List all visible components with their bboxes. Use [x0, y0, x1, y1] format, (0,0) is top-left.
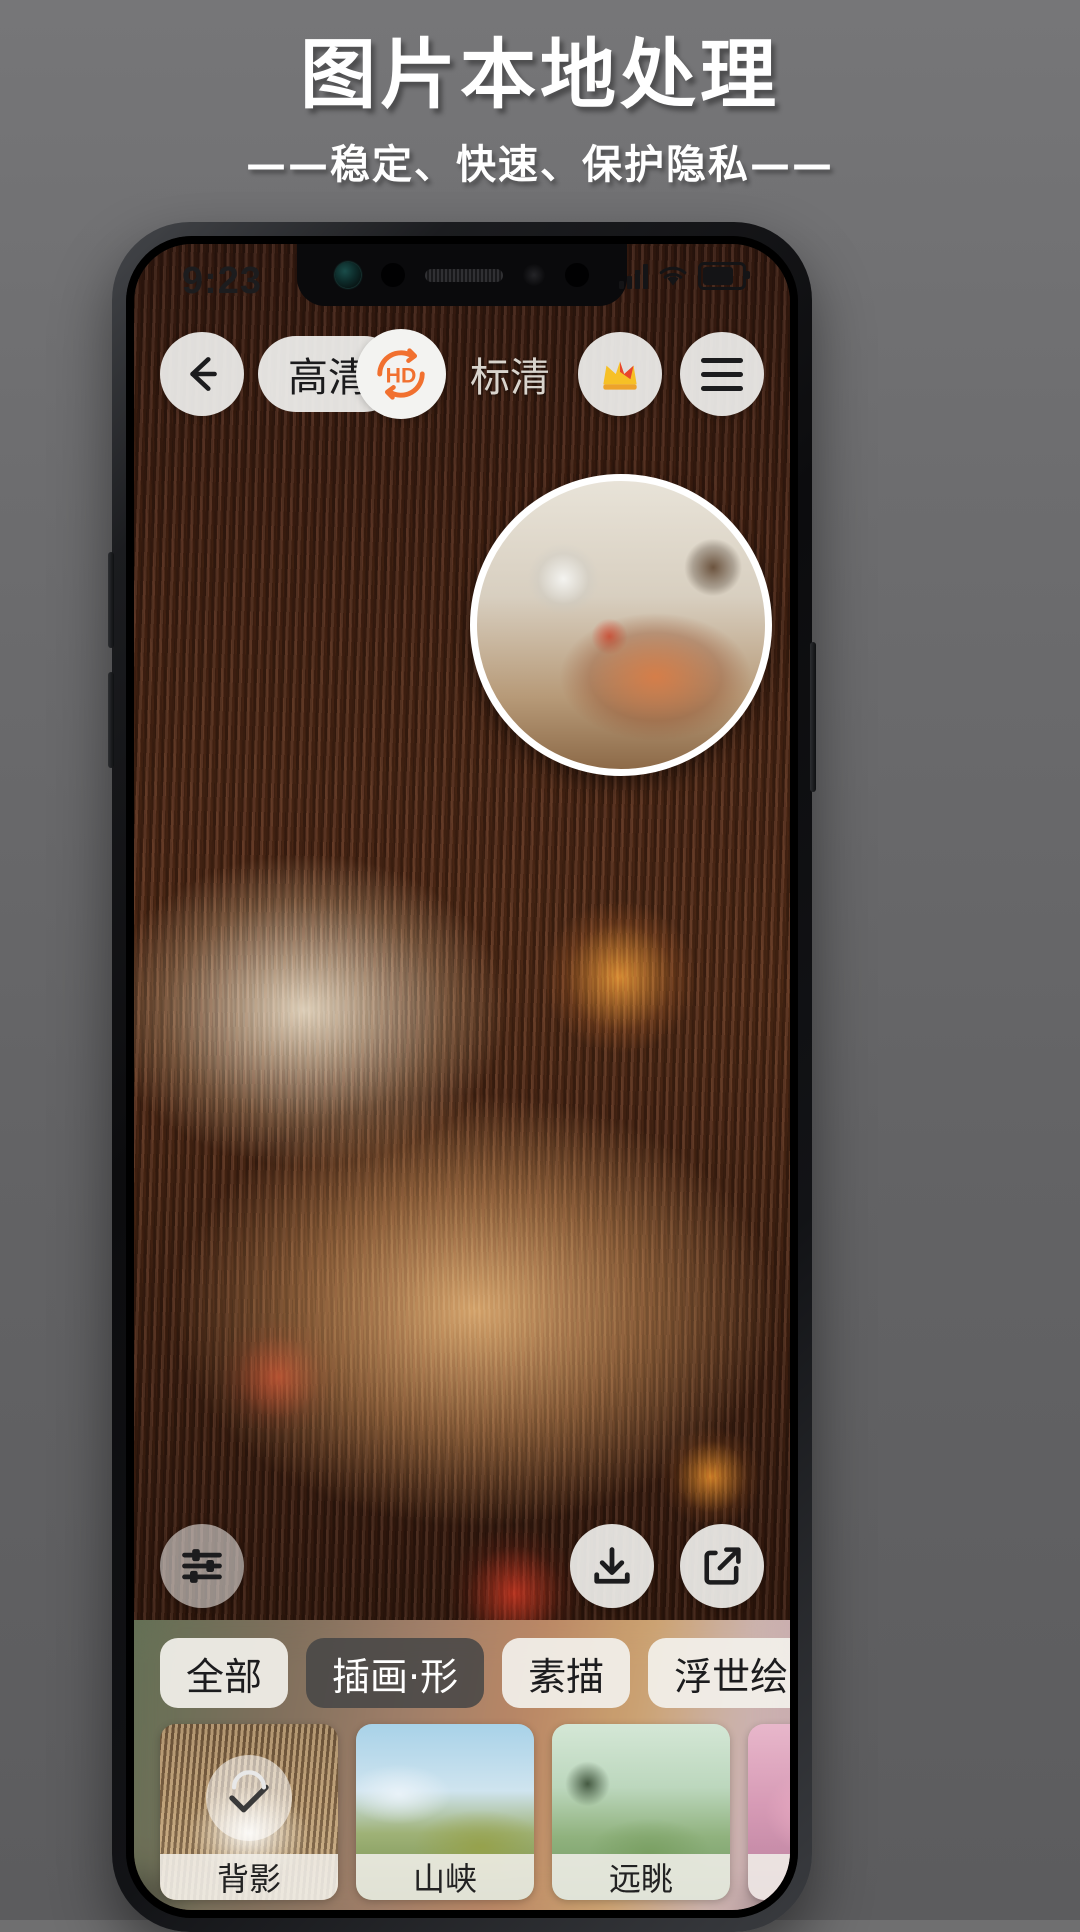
svg-text:HD: HD: [386, 364, 417, 388]
volume-down-button[interactable]: [108, 672, 114, 768]
vip-button[interactable]: [578, 332, 662, 416]
style-thumb-next[interactable]: [748, 1724, 790, 1900]
status-bar-clock: 9:23: [182, 260, 263, 302]
promo-header: 图片本地处理 ——稳定、快速、保护隐私——: [0, 30, 1080, 190]
proximity-sensor-icon: [381, 263, 405, 287]
chip-ukiyoe[interactable]: 浮世绘: [648, 1638, 790, 1708]
signal-bars-icon: [619, 263, 648, 289]
hamburger-menu-icon: [701, 357, 743, 391]
style-thumbnail-list: 背影 山峡 远眺: [134, 1724, 790, 1900]
canvas-action-row: [134, 1522, 790, 1610]
quality-sd-label[interactable]: 标清: [470, 345, 550, 403]
front-camera-icon: [335, 262, 361, 288]
phone-notch: [297, 244, 627, 306]
adjust-button[interactable]: [160, 1524, 244, 1608]
wifi-icon: [658, 264, 688, 288]
chip-sketch[interactable]: 素描: [502, 1638, 631, 1708]
style-thumb-beiying[interactable]: 背影: [160, 1724, 338, 1900]
ambient-light-sensor-icon: [565, 263, 589, 287]
chip-illustration[interactable]: 插画·形: [306, 1638, 485, 1708]
style-thumb-shanxia[interactable]: 山峡: [356, 1724, 534, 1900]
quality-toggle[interactable]: 高清 HD 标清: [258, 329, 550, 419]
thumb-label: 山峡: [356, 1854, 534, 1900]
earpiece-speaker-icon: [425, 268, 503, 282]
phone-mockup: 9:23 高清 HD 标清 全部 插画·形 素描 浮世绘 背影 山峡 远眺: [108, 222, 816, 1932]
top-toolbar: 高清 HD 标清: [134, 326, 790, 422]
toolbar-right-buttons: [578, 332, 764, 416]
status-bar-indicators: [619, 262, 750, 290]
download-button[interactable]: [570, 1524, 654, 1608]
menu-button[interactable]: [680, 332, 764, 416]
back-arrow-icon: [179, 351, 225, 397]
vip-crown-icon: [595, 349, 645, 399]
volume-up-button[interactable]: [108, 552, 114, 648]
thumb-label: [748, 1854, 790, 1900]
style-panel: 全部 插画·形 素描 浮世绘 版画 水: [134, 1620, 790, 1910]
thumb-label: 远眺: [552, 1854, 730, 1900]
chip-all[interactable]: 全部: [160, 1638, 289, 1708]
status-bar: 9:23: [134, 244, 790, 318]
magnifier-preview[interactable]: [470, 474, 772, 776]
style-thumb-yuantiao[interactable]: 远眺: [552, 1724, 730, 1900]
share-icon: [698, 1542, 746, 1590]
back-button[interactable]: [160, 332, 244, 416]
hd-badge-icon[interactable]: HD: [356, 329, 446, 419]
download-icon: [588, 1542, 636, 1590]
page-title: 图片本地处理: [300, 30, 780, 119]
share-button[interactable]: [680, 1524, 764, 1608]
phone-bezel: 9:23 高清 HD 标清 全部 插画·形 素描 浮世绘 背影 山峡 远眺: [126, 236, 798, 1918]
thumb-label: 背影: [160, 1854, 338, 1900]
sliders-adjust-icon: [178, 1542, 226, 1590]
battery-icon: [698, 262, 750, 290]
style-category-chips: 全部 插画·形 素描 浮世绘 版画 水: [134, 1636, 790, 1710]
phone-screen: 9:23 高清 HD 标清 全部 插画·形 素描 浮世绘 背影 山峡 远眺: [134, 244, 790, 1910]
page-subtitle: ——稳定、快速、保护隐私——: [246, 142, 834, 189]
power-button[interactable]: [810, 642, 816, 792]
selected-check-icon: [206, 1754, 292, 1841]
infrared-sensor-icon: [523, 264, 545, 286]
